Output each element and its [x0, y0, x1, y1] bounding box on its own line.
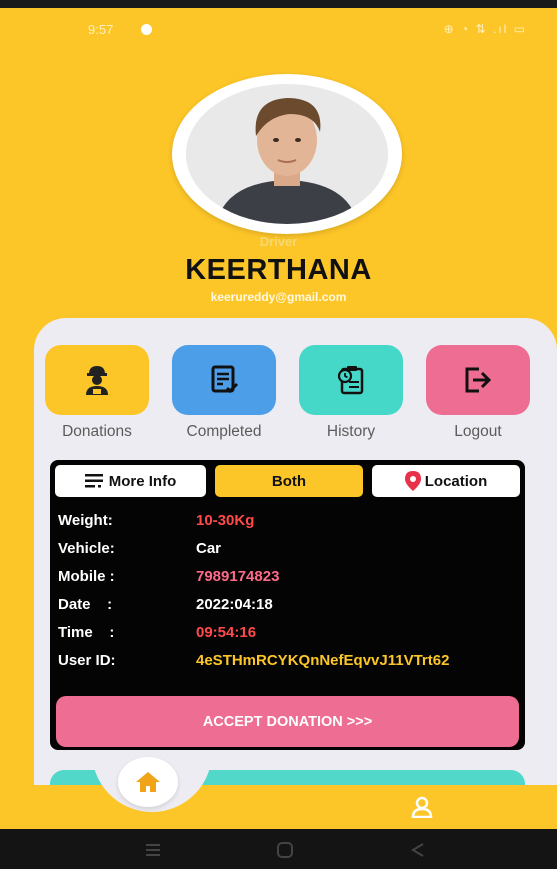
logout-tile[interactable]: [426, 345, 530, 415]
history-tile[interactable]: [299, 345, 403, 415]
status-bar: 9:57 ⊕ ◔ ⇅ .ıl ▭: [0, 8, 557, 52]
weight-value: 10-30Kg: [196, 512, 255, 529]
completed-label: Completed: [186, 423, 262, 440]
profile-role: Driver: [259, 234, 298, 249]
time-label: Time :: [58, 624, 115, 641]
accept-donation-button[interactable]: ACCEPT DONATION >>>: [56, 696, 519, 747]
notification-icon: [141, 24, 152, 35]
weight-label: Weight:: [58, 512, 113, 529]
recents-icon[interactable]: [143, 841, 163, 859]
person-photo-icon: [186, 84, 388, 224]
more-info-icon: [84, 474, 103, 488]
profile-icon: [411, 796, 433, 818]
tab-both[interactable]: Both: [215, 465, 363, 497]
tab-both-label: Both: [271, 472, 307, 490]
profile-email: keerureddy@gmail.com: [210, 290, 347, 304]
completed-list-icon: [211, 365, 239, 394]
back-icon[interactable]: [408, 841, 428, 859]
date-label: Date :: [58, 596, 113, 613]
donations-label: Donations: [62, 423, 132, 440]
logout-icon: [465, 367, 492, 393]
system-nav-bar: [0, 829, 557, 869]
top-edge: [0, 0, 557, 8]
donation-info-card: More Info Both Location Weight: 10-30Kg …: [50, 460, 525, 750]
bottom-nav: [0, 785, 557, 829]
status-icons: ⊕ ◔ ⇅ .ıl ▭: [443, 22, 527, 36]
time-value: 09:54:16: [196, 624, 257, 641]
history-button[interactable]: History: [299, 345, 403, 441]
profile-name: KEERTHANA: [185, 254, 372, 286]
tab-location[interactable]: Location: [372, 465, 520, 497]
vehicle-value: Car: [196, 540, 222, 557]
home-nav-button[interactable]: [118, 757, 178, 807]
vehicle-label: Vehicle:: [58, 540, 115, 557]
user-id-label: User ID:: [58, 652, 116, 669]
location-pin-icon: [404, 471, 421, 491]
avatar[interactable]: [186, 84, 388, 224]
completed-tile[interactable]: [172, 345, 276, 415]
mobile-value[interactable]: 7989174823: [196, 568, 279, 585]
home-system-icon[interactable]: [275, 841, 295, 859]
completed-button[interactable]: Completed: [172, 345, 276, 441]
app-screen: 9:57 ⊕ ◔ ⇅ .ıl ▭ Driver KEERTHANA keerur…: [0, 0, 557, 869]
donations-button[interactable]: Donations: [45, 345, 149, 441]
logout-label: Logout: [454, 423, 502, 440]
delivery-person-icon: [86, 366, 108, 395]
user-id-value: 4eSTHmRCYKQnNefEqvvJ11VTrt62: [196, 652, 450, 669]
logout-button[interactable]: Logout: [426, 345, 530, 441]
mobile-label: Mobile :: [58, 568, 115, 585]
profile-nav-button[interactable]: [407, 792, 437, 822]
tab-more-info[interactable]: More Info: [55, 465, 206, 497]
home-icon: [136, 772, 160, 792]
status-time: 9:57: [88, 22, 114, 37]
donations-tile[interactable]: [45, 345, 149, 415]
history-label: History: [326, 423, 376, 440]
history-clipboard-icon: [337, 366, 364, 395]
tab-more-info-label: More Info: [108, 472, 177, 490]
date-value: 2022:04:18: [196, 596, 273, 613]
tab-location-label: Location: [424, 472, 488, 490]
